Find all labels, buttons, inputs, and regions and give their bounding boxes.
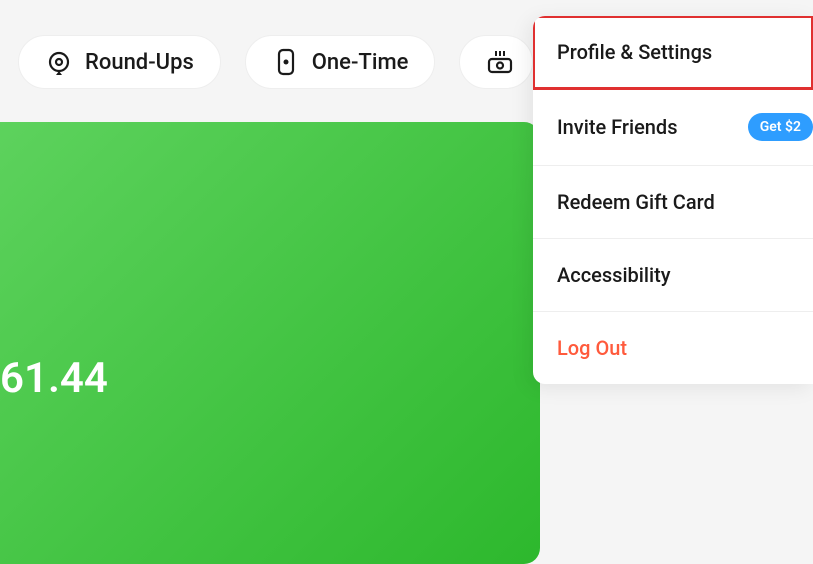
round-ups-button[interactable]: Round-Ups — [18, 35, 221, 89]
menu-log-out-label: Log Out — [557, 336, 627, 360]
round-ups-label: Round-Ups — [85, 50, 194, 75]
menu-invite-friends[interactable]: Invite Friends Get $2 — [533, 89, 813, 166]
menu-redeem-gift-card[interactable]: Redeem Gift Card — [533, 166, 813, 239]
menu-profile-settings-label: Profile & Settings — [557, 40, 712, 64]
menu-profile-settings[interactable]: Profile & Settings — [533, 16, 813, 89]
invite-friends-badge: Get $2 — [748, 113, 813, 141]
one-time-button[interactable]: One-Time — [245, 35, 436, 89]
balance-value: 61.44 — [0, 354, 108, 403]
deposit-icon — [486, 48, 514, 76]
menu-accessibility-label: Accessibility — [557, 263, 671, 287]
one-time-label: One-Time — [312, 50, 409, 75]
menu-redeem-gift-card-label: Redeem Gift Card — [557, 190, 715, 214]
balance-panel — [0, 122, 540, 564]
menu-invite-friends-label: Invite Friends — [557, 115, 678, 139]
round-ups-icon — [45, 48, 73, 76]
menu-log-out[interactable]: Log Out — [533, 312, 813, 384]
one-time-icon — [272, 48, 300, 76]
deposit-button[interactable] — [459, 35, 533, 89]
account-dropdown: Profile & Settings Invite Friends Get $2… — [533, 16, 813, 384]
menu-accessibility[interactable]: Accessibility — [533, 239, 813, 312]
